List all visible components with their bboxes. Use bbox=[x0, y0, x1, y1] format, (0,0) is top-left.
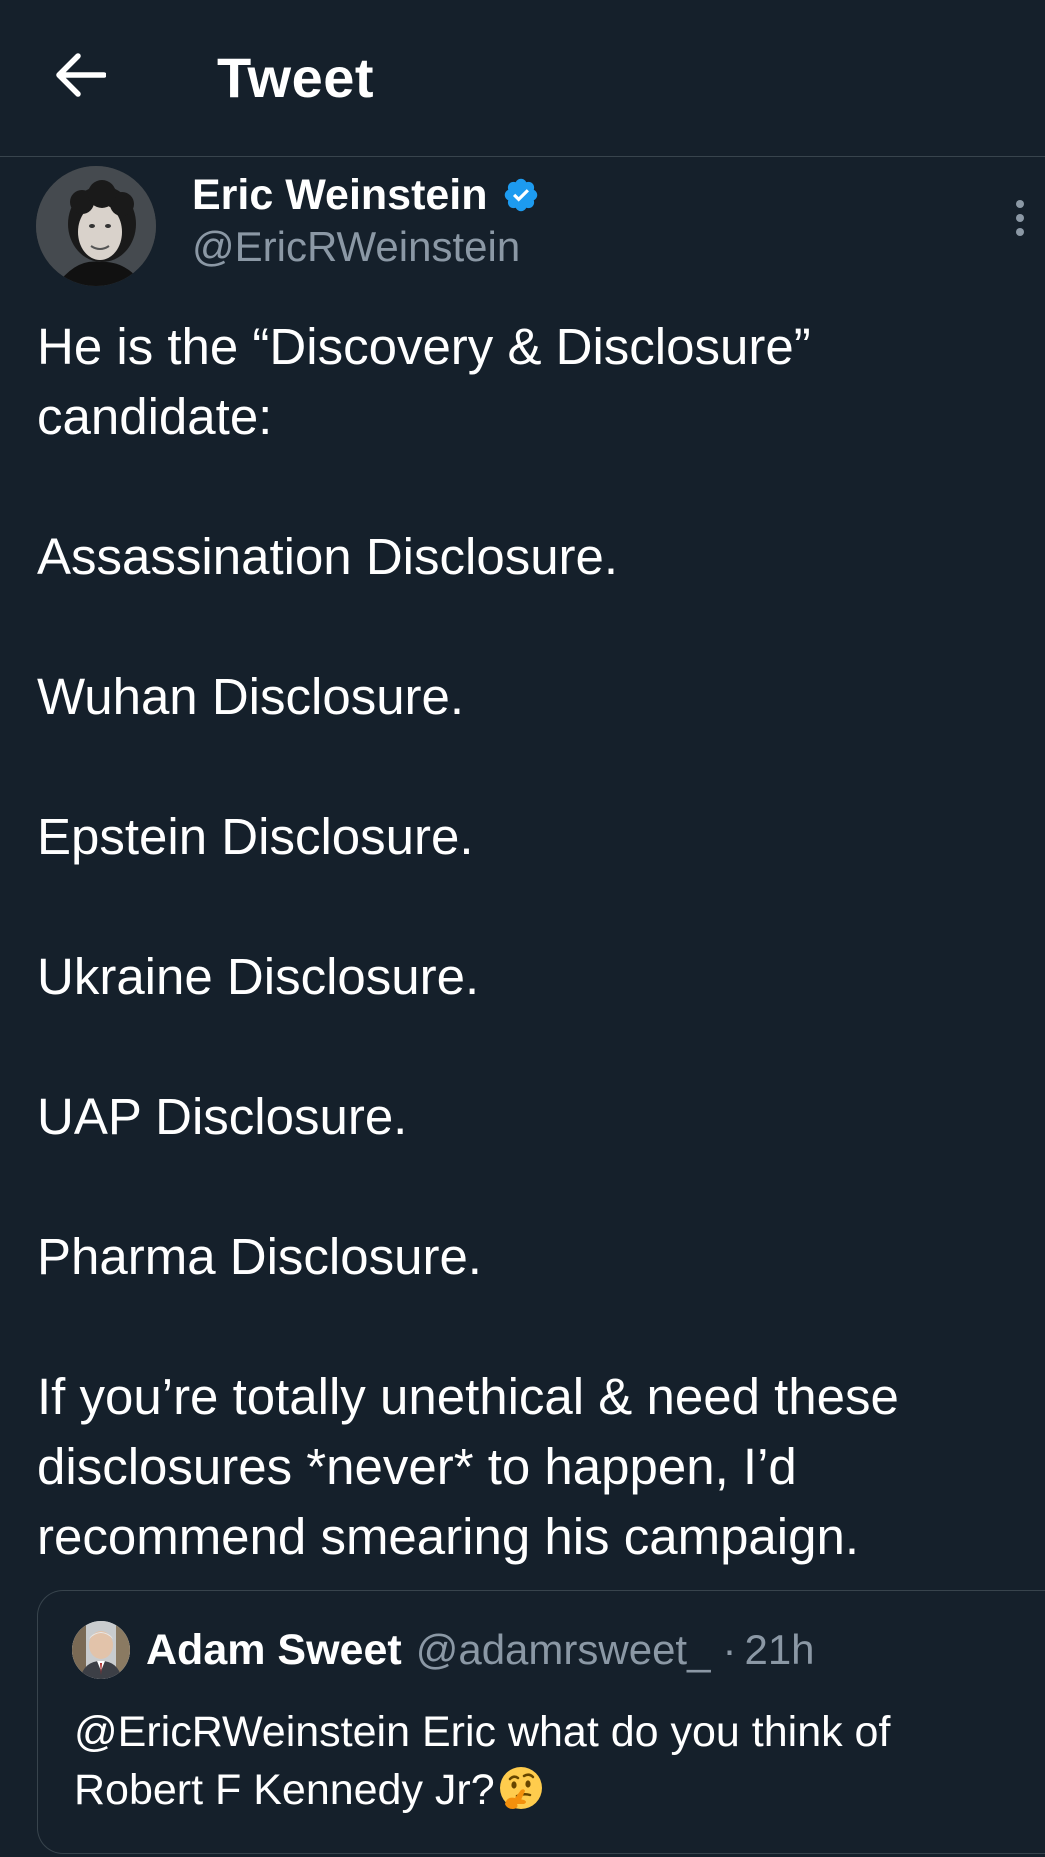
page-title: Tweet bbox=[217, 46, 375, 109]
tweet-line: UAP Disclosure. bbox=[37, 1088, 408, 1145]
back-button[interactable] bbox=[50, 45, 110, 105]
tweet-author: Eric Weinstein @EricRWeinstein bbox=[0, 160, 1045, 290]
tweet-line bbox=[37, 452, 1017, 522]
tweet-line: Pharma Disclosure. bbox=[37, 1228, 482, 1285]
quoted-author-photo bbox=[72, 1621, 130, 1679]
tweet-line: Epstein Disclosure. bbox=[37, 808, 474, 865]
tweet-line: disclosures *never* to happen, I’d bbox=[37, 1438, 797, 1495]
quoted-header: Adam Sweet @adamrsweet_ · 21h bbox=[146, 1623, 815, 1677]
quoted-text-line-2: Robert F Kennedy Jr? bbox=[74, 1761, 1034, 1819]
arrow-left-icon bbox=[56, 53, 106, 97]
tweet-line bbox=[37, 872, 1017, 942]
more-dot-icon bbox=[1016, 214, 1024, 222]
dot-separator: · bbox=[722, 1626, 737, 1673]
more-dot-icon bbox=[1016, 200, 1024, 208]
tweet-line: If you’re totally unethical & need these bbox=[37, 1368, 899, 1425]
tweet-line bbox=[37, 1152, 1017, 1222]
quoted-text: @EricRWeinstein Eric what do you think o… bbox=[74, 1703, 1034, 1819]
tweet-line bbox=[37, 1292, 1017, 1362]
tweet-line bbox=[37, 732, 1017, 802]
tweet-line: Wuhan Disclosure. bbox=[37, 668, 465, 725]
tweet-line: Ukraine Disclosure. bbox=[37, 948, 480, 1005]
quoted-tweet[interactable]: Adam Sweet @adamrsweet_ · 21h @EricRWein… bbox=[37, 1590, 1045, 1854]
verified-badge-icon bbox=[504, 178, 537, 212]
tweet-line bbox=[37, 1012, 1017, 1082]
tweet-line: recommend smearing his campaign. bbox=[37, 1508, 860, 1565]
quoted-text-segment: Robert F Kennedy Jr? bbox=[74, 1766, 495, 1814]
tweet-line: Assassination Disclosure. bbox=[37, 528, 619, 585]
quoted-author-handle[interactable]: @adamrsweet_ bbox=[416, 1623, 711, 1677]
author-handle[interactable]: @EricRWeinstein bbox=[192, 222, 520, 272]
quoted-avatar[interactable] bbox=[72, 1621, 130, 1679]
thinking-face-icon bbox=[499, 1767, 542, 1809]
tweet-line bbox=[37, 592, 1017, 662]
quoted-text-line: @EricRWeinstein Eric what do you think o… bbox=[74, 1708, 891, 1756]
more-options-button[interactable] bbox=[1005, 188, 1035, 248]
tweet-line: candidate: bbox=[37, 388, 273, 445]
author-photo bbox=[36, 166, 156, 286]
more-dot-icon bbox=[1016, 228, 1024, 236]
author-name[interactable]: Eric Weinstein bbox=[192, 170, 488, 220]
author-name-row[interactable]: Eric Weinstein bbox=[192, 170, 540, 220]
tweet-body: He is the “Discovery & Disclosure” candi… bbox=[37, 312, 1017, 1572]
avatar[interactable] bbox=[36, 166, 156, 286]
quoted-author-name[interactable]: Adam Sweet bbox=[146, 1623, 402, 1677]
tweet-line: He is the “Discovery & Disclosure” bbox=[37, 318, 811, 375]
quoted-timestamp[interactable]: 21h bbox=[744, 1623, 814, 1677]
top-bar: Tweet bbox=[0, 0, 1045, 157]
